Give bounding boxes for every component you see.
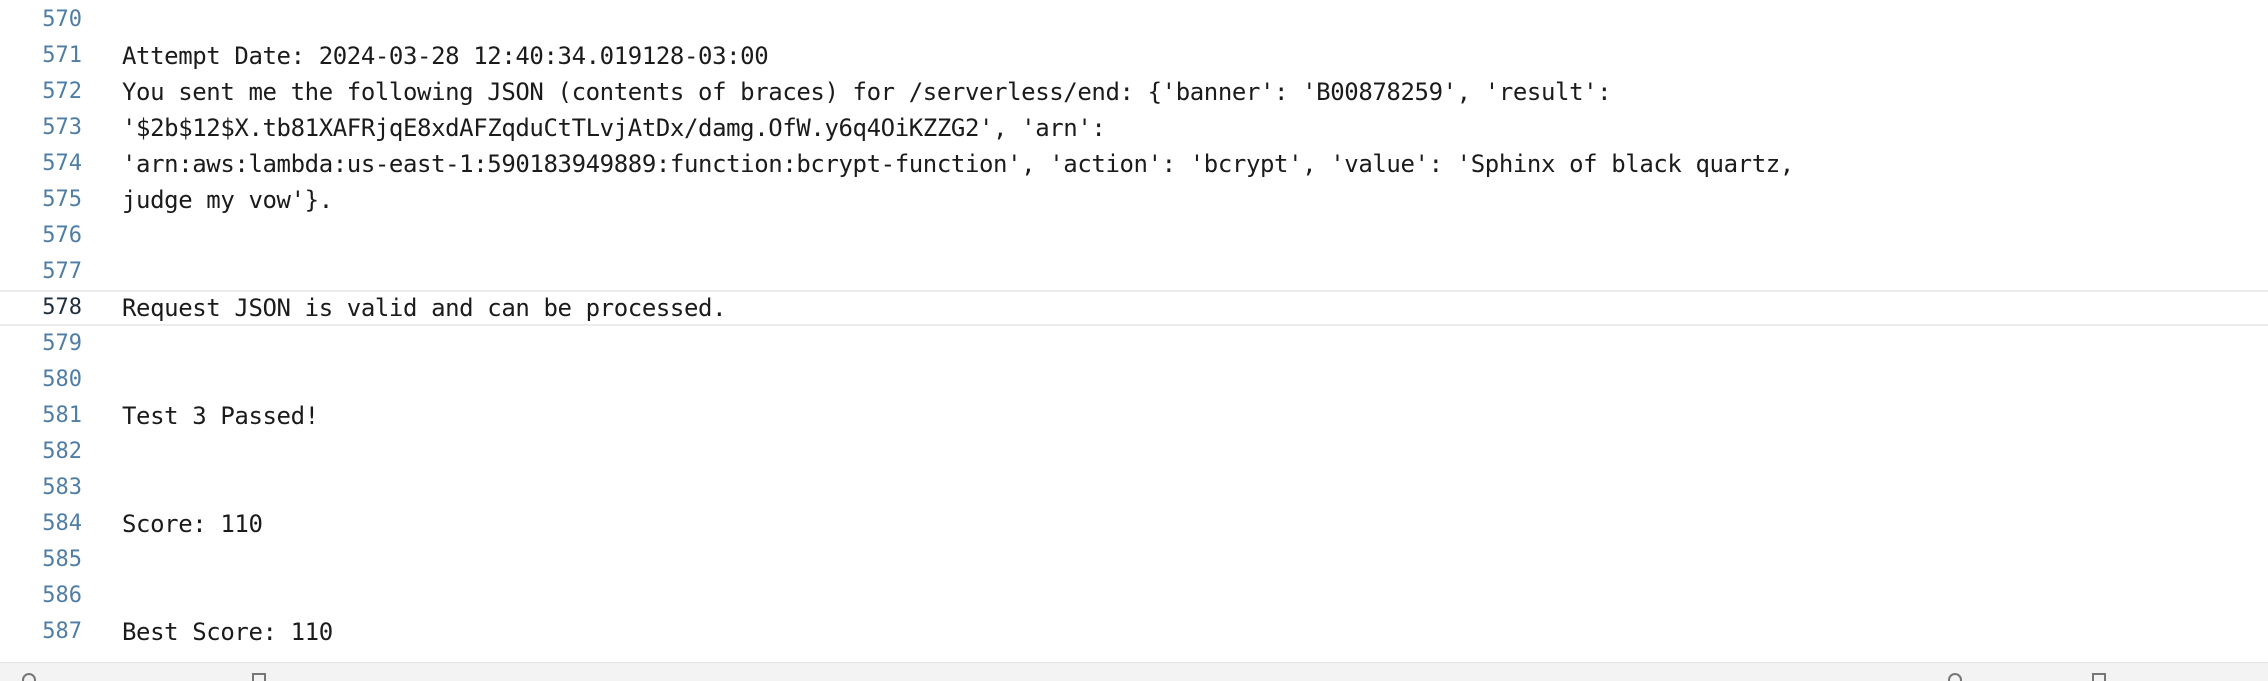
line-number: 587 <box>42 619 82 644</box>
line-text[interactable]: Test 3 Passed! <box>122 398 319 434</box>
editor-line[interactable]: 576 <box>0 218 2268 254</box>
editor-line[interactable]: 572 You sent me the following JSON (cont… <box>0 74 2268 110</box>
status-bar <box>0 662 2268 681</box>
line-number: 577 <box>42 259 82 284</box>
editor-line[interactable]: 574 'arn:aws:lambda:us-east-1:5901839498… <box>0 146 2268 182</box>
code-editor[interactable]: 570 571 Attempt Date: 2024-03-28 12:40:3… <box>0 0 2268 662</box>
line-text[interactable]: '$2b$12$X.tb81XAFRjqE8xdAFZqduCtTLvjAtDx… <box>122 110 1106 146</box>
line-number: 573 <box>42 115 82 140</box>
line-number: 583 <box>42 475 82 500</box>
line-number: 586 <box>42 583 82 608</box>
line-number: 574 <box>42 151 82 176</box>
line-number: 581 <box>42 403 82 428</box>
editor-line[interactable]: 577 <box>0 254 2268 290</box>
line-text[interactable]: 'arn:aws:lambda:us-east-1:590183949889:f… <box>122 146 1794 182</box>
editor-line[interactable]: 573 '$2b$12$X.tb81XAFRjqE8xdAFZqduCtTLvj… <box>0 110 2268 146</box>
line-number: 584 <box>42 511 82 536</box>
editor-line[interactable]: 580 <box>0 362 2268 398</box>
line-number: 578 <box>42 295 82 320</box>
line-number: 571 <box>42 43 82 68</box>
editor-line-current[interactable]: 578 Request JSON is valid and can be pro… <box>0 290 2268 326</box>
line-number: 576 <box>42 223 82 248</box>
line-text[interactable]: You sent me the following JSON (contents… <box>122 74 1612 110</box>
editor-line[interactable]: 579 <box>0 326 2268 362</box>
editor-line[interactable]: 570 <box>0 2 2268 38</box>
line-number: 582 <box>42 439 82 464</box>
editor-line[interactable]: 583 <box>0 470 2268 506</box>
line-text[interactable]: judge my vow'}. <box>122 182 333 218</box>
editor-line[interactable]: 582 <box>0 434 2268 470</box>
line-text[interactable]: Score: 110 <box>122 506 263 542</box>
line-number: 572 <box>42 79 82 104</box>
line-number: 580 <box>42 367 82 392</box>
line-number: 585 <box>42 547 82 572</box>
editor-line[interactable]: 584 Score: 110 <box>0 506 2268 542</box>
line-text[interactable]: Best Score: 110 <box>122 614 333 650</box>
line-number: 575 <box>42 187 82 212</box>
editor-line[interactable]: 571 Attempt Date: 2024-03-28 12:40:34.01… <box>0 38 2268 74</box>
editor-line[interactable]: 586 <box>0 578 2268 614</box>
editor-line[interactable]: 575 judge my vow'}. <box>0 182 2268 218</box>
line-text[interactable]: Request JSON is valid and can be process… <box>122 292 727 324</box>
line-number: 570 <box>42 7 82 32</box>
line-text[interactable]: Attempt Date: 2024-03-28 12:40:34.019128… <box>122 38 769 74</box>
line-number: 579 <box>42 331 82 356</box>
editor-line[interactable]: 581 Test 3 Passed! <box>0 398 2268 434</box>
editor-line[interactable]: 587 Best Score: 110 <box>0 614 2268 650</box>
editor-line[interactable]: 585 <box>0 542 2268 578</box>
